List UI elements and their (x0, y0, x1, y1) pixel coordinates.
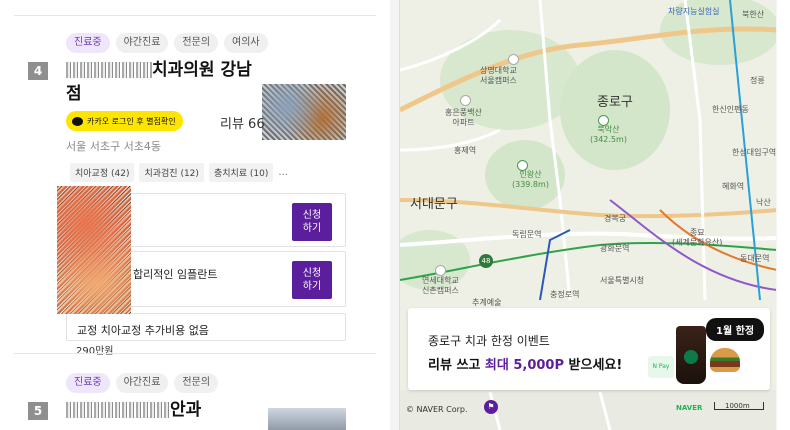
map-label-dongnimmun: 독립문역 (512, 230, 542, 239)
map-label-bukhan: 북한산 (742, 10, 765, 19)
map-view[interactable]: 상명대학교 서울캠퍼스 홍은풍백산 아파트 종로구 북악산 (342.5m) 인… (399, 0, 776, 430)
coffee-cup-image (676, 326, 706, 384)
category-chip[interactable]: 치아교정 (42) (70, 163, 135, 182)
item4-title-text: 치과의원 강남 (152, 60, 252, 80)
banner-subtitle-post: 받으세요! (564, 358, 623, 373)
item5-title-link[interactable]: 안과 (66, 398, 201, 422)
naver-logo: NAVER (676, 404, 703, 412)
map-label-yonsei: 연세대학교 신촌캠퍼스 (422, 276, 459, 295)
tag-specialist: 전문의 (174, 33, 219, 53)
banner-badge: 1월 한정 (706, 318, 765, 341)
event-card-text: 교정 치아교정 추가비용 없음 (77, 324, 209, 337)
apply-button[interactable]: 신청 하기 (292, 261, 332, 299)
apply-label-line1: 신청 (302, 268, 322, 279)
map-label-dongdaemun: 동대문역 (740, 254, 770, 263)
map-label-jeongneung: 정릉 (750, 76, 765, 85)
tag-night-care: 야간진료 (115, 373, 169, 393)
right-gutter (777, 0, 790, 430)
tag-female-doctor: 여의사 (224, 33, 268, 53)
map-scale-label: 1000m (725, 402, 750, 410)
map-label-hansin: 한신인펜동 (712, 105, 749, 114)
map-label-jongmyo: 종묘 (세계문화유산) (672, 228, 723, 247)
map-label-hanseong: 한성대입구역 (732, 148, 776, 157)
road-number-shield: 48 (479, 254, 493, 268)
item4-title-line2[interactable]: 점 (66, 82, 82, 106)
burger-image (710, 348, 740, 372)
banner-title: 종로구 치과 한정 이벤트 (428, 334, 550, 348)
banner-subtitle-highlight: 최대 5,000P (484, 358, 565, 373)
map-label-hongje: 홍제역 (454, 146, 477, 155)
apply-label-line2: 하기 (302, 223, 322, 234)
categories-more: ... (278, 167, 288, 178)
rank-badge: 5 (28, 402, 48, 420)
address: 서울 서초구 서초4동 (66, 140, 161, 153)
map-label-city-hall: 서울특별시청 (600, 276, 645, 285)
map-label-chungjeongno: 충정로역 (550, 290, 580, 299)
current-location-icon[interactable]: ⚑ (484, 400, 498, 414)
tag-specialist: 전문의 (174, 373, 219, 393)
event-card-text: 합리적인 임플란트 (133, 268, 218, 281)
coffee-logo-icon (684, 350, 698, 364)
tag-open-now: 진료중 (66, 33, 110, 53)
naver-pay-icon: N Pay (648, 356, 674, 378)
event-thumbnail[interactable] (57, 186, 131, 314)
map-label-sangmyung: 상명대학교 서울캠퍼스 (480, 66, 517, 85)
map-copyright: © NAVER Corp. (406, 405, 468, 414)
apply-label-line2: 하기 (302, 281, 322, 292)
redacted-name (66, 62, 152, 78)
map-label-charye: 차량지능실험실 (668, 7, 720, 16)
event-card[interactable]: 교정 치아교정 추가비용 없음 (66, 313, 346, 341)
map-label-gyeongbokgung: 경복궁 (604, 214, 627, 223)
list-top-divider (14, 0, 376, 16)
map-label-naksan: 낙산 (756, 198, 771, 207)
chat-bubble-icon (72, 116, 83, 126)
tag-open-now: 진료중 (66, 373, 110, 393)
item5-title-text: 안과 (170, 400, 202, 420)
place-marker[interactable] (460, 95, 471, 106)
search-result-list[interactable]: 진료중 야간진료 전문의 여의사 4 치과의원 강남 점 카카오 로그인 후 별… (0, 0, 390, 430)
screen: 진료중 야간진료 전문의 여의사 4 치과의원 강남 점 카카오 로그인 후 별… (0, 0, 790, 430)
tag-night-care: 야간진료 (115, 33, 169, 53)
item5-tags: 진료중 야간진료 전문의 (66, 373, 219, 393)
map-label-gwanghwamun: 광화문역 (600, 244, 630, 253)
kakao-login-rating-button[interactable]: 카카오 로그인 후 별점확인 (66, 111, 183, 131)
promo-banner[interactable]: 종로구 치과 한정 이벤트 리뷰 쓰고 최대 5,000P 받으세요! N Pa… (408, 308, 770, 390)
map-label-jongno-gu: 종로구 (597, 95, 633, 110)
apply-label-line1: 신청 (302, 210, 322, 221)
category-chip[interactable]: 충치치료 (10) (208, 163, 274, 182)
map-label-seodaemun-gu: 서대문구 (410, 197, 458, 212)
banner-subtitle-pre: 리뷰 쓰고 (428, 358, 485, 373)
item5-thumbnail[interactable] (268, 408, 346, 430)
place-marker[interactable] (508, 54, 519, 65)
item-divider (14, 353, 376, 354)
item4-tags: 진료중 야간진료 전문의 여의사 (66, 33, 268, 53)
map-label-inwangsan: 인왕산 (339.8m) (512, 170, 549, 189)
redacted-name (66, 402, 170, 418)
map-label-chugye: 추계예술 (472, 298, 502, 307)
map-label-hyehwa: 혜화역 (722, 182, 745, 191)
map-label-bukaksan: 북악산 (342.5m) (590, 125, 627, 144)
item4-thumbnail[interactable] (262, 84, 346, 140)
kakao-label: 카카오 로그인 후 별점확인 (87, 116, 176, 126)
category-list: 치아교정 (42) 치과검진 (12) 충치치료 (10) ... (70, 163, 288, 182)
item4-title-link[interactable]: 치과의원 강남 (66, 58, 252, 82)
apply-button[interactable]: 신청 하기 (292, 203, 332, 241)
place-marker[interactable] (435, 265, 446, 276)
event-price: 290만원 (76, 346, 114, 357)
rank-badge: 4 (28, 62, 48, 80)
banner-subtitle: 리뷰 쓰고 최대 5,000P 받으세요! (428, 354, 622, 373)
map-label-hongeun: 홍은풍백산 아파트 (445, 108, 482, 127)
category-chip[interactable]: 치과검진 (12) (139, 163, 204, 182)
review-count[interactable]: 리뷰 66 (220, 113, 265, 132)
